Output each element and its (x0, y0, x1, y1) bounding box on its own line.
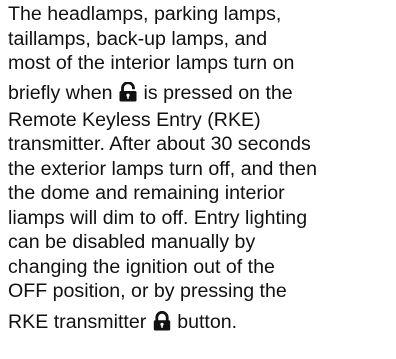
text-line: liamps will dim to off. Entry lighting (8, 206, 308, 229)
text-line-with-unlock-icon: briefly when is pressed on the (8, 79, 394, 108)
text-fragment: is pressed on the (143, 81, 293, 104)
unlock-icon (118, 81, 138, 102)
text-fragment: RKE transmitter (8, 310, 147, 333)
text-line: The headlamps, parking lamps, (8, 3, 282, 25)
text-line-with-lock-icon: RKE transmitter button. (8, 308, 394, 337)
text-line: taillamps, back-up lamps, and (8, 27, 268, 50)
text-line: transmitter. After about 30 seconds (8, 133, 311, 155)
text-line: most of the interior lamps turn on (8, 52, 295, 74)
text-line: Remote Keyless Entry (RKE) (8, 108, 261, 131)
lighting-paragraph: The headlamps, parking lamps, taillamps,… (8, 2, 394, 337)
text-line: can be disabled manually by (8, 231, 256, 253)
text-fragment: button. (177, 310, 238, 333)
lock-icon (152, 310, 172, 331)
text-fragment: briefly when (8, 81, 113, 104)
text-line: changing the ignition out of the (8, 255, 275, 278)
text-line: the dome and remaining interior (8, 182, 285, 204)
text-line: the exterior lamps turn off, and then (8, 157, 317, 180)
text-line: OFF position, or by pressing the (8, 280, 287, 302)
